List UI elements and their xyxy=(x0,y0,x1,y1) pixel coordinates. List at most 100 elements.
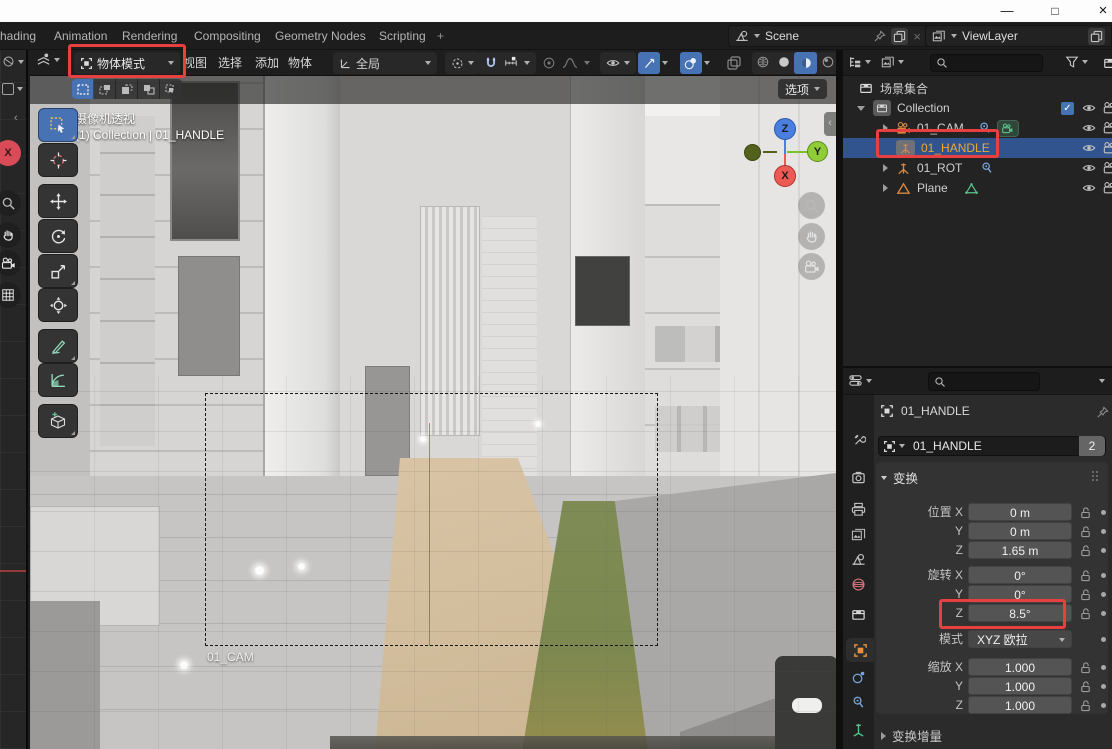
workspace-tab-scripting[interactable]: Scripting xyxy=(379,22,426,50)
disable-render-icon[interactable] xyxy=(1103,161,1112,175)
animate-dot[interactable] xyxy=(1100,696,1106,714)
xray-toggle[interactable] xyxy=(726,55,742,71)
disable-render-icon[interactable] xyxy=(1103,121,1112,135)
chevron-down-icon[interactable] xyxy=(662,61,668,65)
menu-object[interactable]: 物体 xyxy=(288,50,312,76)
annotate-tool[interactable] xyxy=(38,329,78,363)
unlink-scene-icon[interactable]: × xyxy=(913,29,921,44)
sidebar-collapse-tab[interactable]: ‹ xyxy=(824,112,836,136)
outliner-row-collection[interactable]: Collection ✓ xyxy=(843,98,1112,118)
proportional-icon[interactable] xyxy=(542,56,556,70)
new-scene-button[interactable] xyxy=(891,28,908,45)
animate-dot[interactable] xyxy=(1100,585,1106,603)
select-mode-subtract-button[interactable] xyxy=(116,79,138,99)
animate-dot[interactable] xyxy=(1100,604,1106,622)
tab-output[interactable] xyxy=(843,497,874,521)
hide-eye-icon[interactable] xyxy=(1082,141,1096,155)
tab-render[interactable] xyxy=(843,465,874,489)
collapse-arrow-icon[interactable]: ‹ xyxy=(14,112,18,124)
menu-select[interactable]: 选择 xyxy=(218,50,242,76)
location-x-field[interactable]: 0 m xyxy=(968,503,1072,521)
chevron-down-icon[interactable] xyxy=(704,61,710,65)
workspace-tab-geometry-nodes[interactable]: Geometry Nodes xyxy=(275,22,366,50)
animate-dot[interactable] xyxy=(1100,658,1106,676)
lock-icon[interactable] xyxy=(1078,696,1092,714)
shading-wireframe-button[interactable] xyxy=(752,55,773,72)
rotation-y-field[interactable]: 0° xyxy=(968,585,1072,603)
animate-dot[interactable] xyxy=(1100,566,1106,584)
outliner-row-01-handle[interactable]: 01_HANDLE xyxy=(843,138,1112,158)
editor-divider[interactable] xyxy=(836,50,843,749)
outliner-filter-dropdown[interactable] xyxy=(881,55,904,69)
delta-transform-panel-header[interactable]: 变换增量 xyxy=(881,726,942,745)
measure-tool[interactable] xyxy=(38,363,78,397)
transform-panel-header[interactable]: 变换 xyxy=(881,468,918,487)
pan-hand-button[interactable] xyxy=(0,222,21,248)
tab-object[interactable] xyxy=(846,638,874,662)
maximize-button[interactable]: □ xyxy=(1042,1,1068,21)
lock-icon[interactable] xyxy=(1078,522,1092,540)
zoom-button[interactable] xyxy=(0,190,21,216)
gizmo-z-ball[interactable]: Z xyxy=(774,118,796,140)
object-name-field[interactable]: 01_HANDLE 2 xyxy=(878,436,1106,456)
workspace-tab-animation[interactable]: Animation xyxy=(54,22,107,50)
chevron-down-icon[interactable] xyxy=(584,61,590,65)
tab-constraints[interactable] xyxy=(843,690,874,714)
tab-physics[interactable] xyxy=(843,665,874,689)
lock-icon[interactable] xyxy=(1078,658,1092,676)
lock-icon[interactable] xyxy=(1078,541,1092,559)
menu-view[interactable]: 视图 xyxy=(183,50,207,76)
lock-icon[interactable] xyxy=(1078,604,1092,622)
select-box-tool[interactable] xyxy=(38,108,78,142)
location-y-field[interactable]: 0 m xyxy=(968,522,1072,540)
outliner-search-input[interactable] xyxy=(930,54,1043,72)
snap-magnet-icon[interactable] xyxy=(484,56,498,70)
cursor-tool[interactable] xyxy=(38,143,78,177)
outliner-display-mode-dropdown[interactable] xyxy=(848,55,871,69)
viewport-3d[interactable]: 选项 摄像机透视 (1) Collection | 01_HANDLE Z xyxy=(30,76,836,749)
move-tool[interactable] xyxy=(38,184,78,218)
snap-target-icon[interactable] xyxy=(504,56,518,70)
transform-orientation-dropdown[interactable]: 全局 xyxy=(333,52,437,74)
disable-render-icon[interactable] xyxy=(1103,181,1112,195)
show-overlays-toggle[interactable] xyxy=(680,52,702,74)
options-dropdown[interactable]: 选项 xyxy=(778,79,827,99)
scale-x-field[interactable]: 1.000 xyxy=(968,658,1072,676)
viewlayer-selector[interactable]: ViewLayer xyxy=(925,25,1112,47)
select-mode-intersect-button[interactable] xyxy=(160,79,182,99)
hide-eye-icon[interactable] xyxy=(1082,181,1096,195)
animate-dot[interactable] xyxy=(1100,522,1106,540)
disclosure-triangle[interactable] xyxy=(857,106,865,111)
close-button[interactable]: × xyxy=(1090,1,1112,21)
shading-solid-button[interactable] xyxy=(773,55,794,72)
pivot-point-dropdown[interactable] xyxy=(445,52,480,74)
pin-icon[interactable] xyxy=(873,30,886,43)
animate-dot[interactable] xyxy=(1100,677,1106,695)
location-z-field[interactable]: 1.65 m xyxy=(968,541,1072,559)
lock-icon[interactable] xyxy=(1078,585,1092,603)
editor-type-dropdown[interactable] xyxy=(36,52,60,67)
tab-world[interactable] xyxy=(843,572,874,596)
lock-icon[interactable] xyxy=(1078,503,1092,521)
show-gizmo-toggle[interactable] xyxy=(638,52,660,74)
properties-search-input[interactable] xyxy=(928,372,1040,391)
new-collection-button[interactable] xyxy=(1103,56,1112,70)
scene-selector[interactable]: Scene × xyxy=(728,25,928,47)
scale-y-field[interactable]: 1.000 xyxy=(968,677,1072,695)
shading-rendered-button[interactable] xyxy=(817,55,838,72)
camera-view-button[interactable] xyxy=(798,253,825,280)
gizmo-y-ball[interactable]: Y xyxy=(807,141,828,162)
select-mode-new-button[interactable] xyxy=(72,79,94,99)
outliner-row-plane[interactable]: Plane xyxy=(843,178,1112,198)
left-editor-mode-dropdown[interactable] xyxy=(2,83,23,95)
outliner-row-01-rot[interactable]: 01_ROT xyxy=(843,158,1112,178)
tab-tool[interactable] xyxy=(843,427,874,451)
lock-icon[interactable] xyxy=(1078,677,1092,695)
workspace-tab-rendering[interactable]: Rendering xyxy=(122,22,177,50)
hide-eye-icon[interactable] xyxy=(1082,161,1096,175)
tab-collection[interactable] xyxy=(843,602,874,626)
chevron-down-icon[interactable] xyxy=(899,444,905,448)
rotation-x-field[interactable]: 0° xyxy=(968,566,1072,584)
rotation-z-field[interactable]: 8.5° xyxy=(968,604,1072,622)
hide-eye-icon[interactable] xyxy=(1082,101,1096,115)
